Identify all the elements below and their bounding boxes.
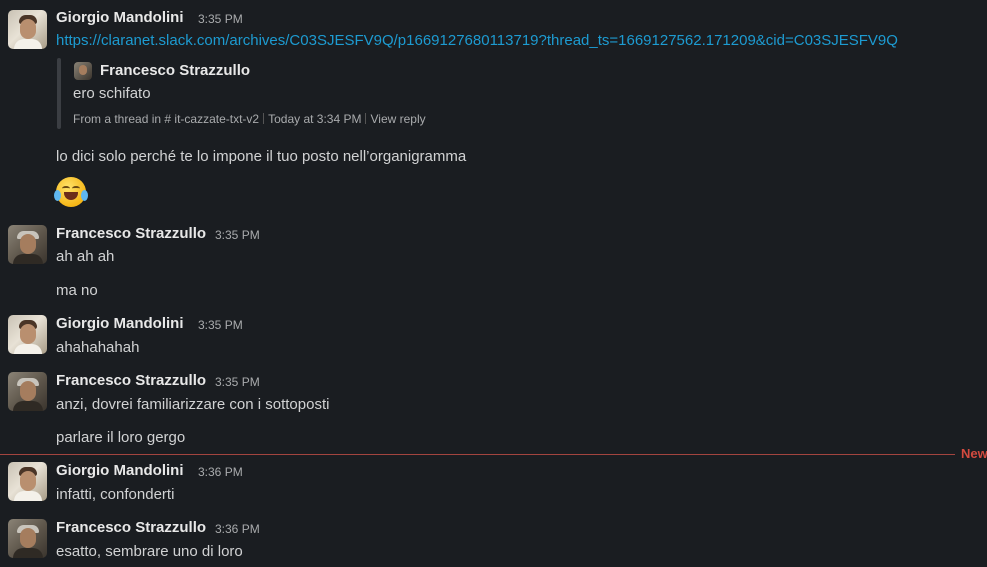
- author-name[interactable]: Giorgio Mandolini: [56, 315, 184, 332]
- view-reply-link[interactable]: View reply: [370, 112, 425, 126]
- author-name[interactable]: Francesco Strazzullo: [56, 225, 206, 242]
- message-text: parlare il loro gergo: [56, 429, 186, 446]
- message-text: lo dici solo perché te lo impone il tuo …: [56, 148, 467, 165]
- timestamp[interactable]: 3:35 PM: [198, 318, 243, 332]
- avatar[interactable]: [8, 10, 47, 49]
- message-text: ma no: [56, 282, 98, 299]
- quote-text: ero schifato: [73, 85, 151, 102]
- quote-from-thread: From a thread in: [73, 112, 162, 126]
- message-link[interactable]: https://claranet.slack.com/archives/C03S…: [56, 32, 898, 49]
- timestamp[interactable]: 3:36 PM: [215, 522, 260, 536]
- new-messages-divider: [0, 454, 955, 455]
- author-name[interactable]: Giorgio Mandolini: [56, 462, 184, 479]
- timestamp[interactable]: 3:36 PM: [198, 465, 243, 479]
- quote-author[interactable]: Francesco Strazzullo: [100, 62, 250, 79]
- quote-meta: From a thread in # it-cazzate-txt-v2 Toda…: [73, 112, 426, 126]
- timestamp[interactable]: 3:35 PM: [215, 228, 260, 242]
- avatar[interactable]: [8, 225, 47, 264]
- author-name[interactable]: Giorgio Mandolini: [56, 9, 184, 26]
- avatar[interactable]: [8, 315, 47, 354]
- message-text: infatti, confonderti: [56, 486, 175, 503]
- timestamp[interactable]: 3:35 PM: [215, 375, 260, 389]
- author-name[interactable]: Francesco Strazzullo: [56, 519, 206, 536]
- quote-avatar: [74, 62, 92, 80]
- quote-bar: [57, 58, 61, 129]
- author-name[interactable]: Francesco Strazzullo: [56, 372, 206, 389]
- avatar[interactable]: [8, 519, 47, 558]
- avatar[interactable]: [8, 462, 47, 501]
- message-text: ah ah ah: [56, 248, 115, 265]
- avatar[interactable]: [8, 372, 47, 411]
- message-text: esatto, sembrare uno di loro: [56, 543, 243, 560]
- message-text: ahahahahah: [56, 339, 140, 356]
- timestamp[interactable]: 3:35 PM: [198, 12, 243, 26]
- message-text: anzi, dovrei familiarizzare con i sottop…: [56, 396, 330, 413]
- quote-date[interactable]: Today at 3:34 PM: [268, 112, 361, 126]
- new-messages-label: New: [961, 446, 987, 461]
- joy-emoji[interactable]: [54, 177, 88, 207]
- quote-channel[interactable]: # it-cazzate-txt-v2: [164, 112, 259, 126]
